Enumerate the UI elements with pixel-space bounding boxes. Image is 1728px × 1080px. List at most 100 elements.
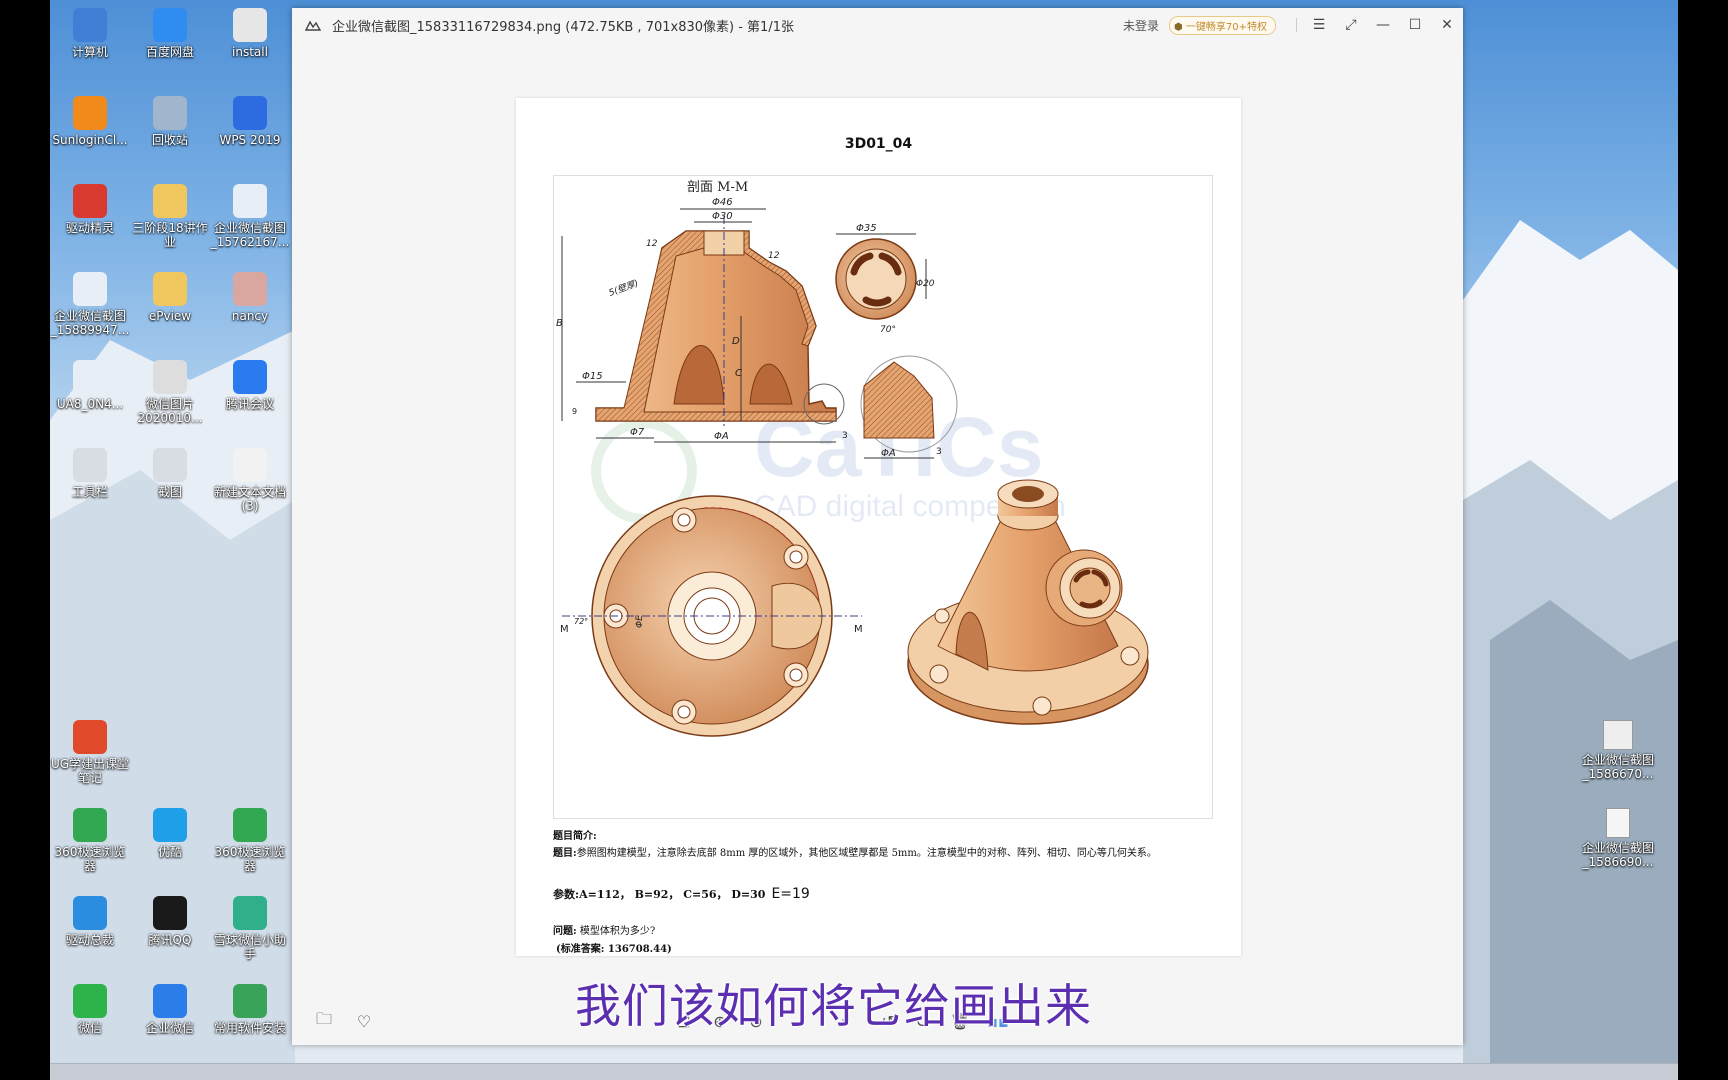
params-label: 参数: — [553, 888, 580, 901]
desktop-icon-label: 优酷 — [157, 845, 182, 859]
folder-icon: 🗀 — [315, 1008, 332, 1028]
right-letterbox — [1678, 0, 1728, 1080]
desktop-icon[interactable]: 企业微信截图_1586670... — [1578, 720, 1658, 781]
desktop-icon[interactable]: 腾讯会议 — [210, 360, 290, 411]
desktop-icon[interactable]: ePview — [130, 272, 210, 323]
desktop-icon-label: UA8_0N4... — [56, 397, 124, 411]
desktop-icon-label: 腾讯会议 — [225, 397, 274, 411]
svg-text:Φ7: Φ7 — [630, 427, 645, 438]
favorite-button[interactable]: ♡ — [352, 1009, 376, 1033]
svg-text:ΦA: ΦA — [881, 448, 896, 459]
fullscreen-button[interactable]: ⤢ — [1335, 8, 1367, 42]
drawing-frame: CaTICs CAD digital competition Φ46 Φ30 B… — [553, 175, 1213, 819]
desktop-icon[interactable]: 企业微信 — [130, 984, 210, 1035]
desktop-icon[interactable]: UG学建出课堂笔记 — [50, 720, 130, 785]
toolbar-icon — [73, 448, 107, 482]
screenshot-icon — [153, 448, 187, 482]
open-folder-button[interactable]: 🗀 — [312, 1009, 336, 1033]
desktop-icon[interactable]: 常用软件安装 — [210, 984, 290, 1035]
desktop-icon[interactable]: 驱动总裁 — [50, 896, 130, 947]
wechat-icon — [73, 984, 107, 1018]
desktop-icon[interactable]: 雪球微信小助手 — [210, 896, 290, 961]
svg-text:Φ35: Φ35 — [856, 223, 877, 234]
minimize-button[interactable]: — — [1367, 8, 1399, 42]
desktop-icon[interactable]: nancy — [210, 272, 290, 323]
desktop-icon-label: install — [232, 45, 268, 59]
close-button[interactable]: ✕ — [1431, 8, 1463, 42]
desktop-icon-label: 企业微信 — [145, 1021, 194, 1035]
svg-text:3: 3 — [842, 431, 848, 441]
software-install-icon — [233, 984, 267, 1018]
parameters: 参数:A=112， B=92， C=56， D=30 E=19 — [553, 886, 810, 902]
desktop-icon-label: 回收站 — [151, 133, 188, 147]
desktop-icon[interactable]: 三阶段18讲作业 — [130, 184, 210, 249]
image-file-icon — [1606, 808, 1630, 838]
maximize-icon: ☐ — [1408, 17, 1422, 33]
desktop-icon[interactable]: 企业微信截图_15762167... — [210, 184, 290, 249]
svg-text:5(壁厚): 5(壁厚) — [607, 278, 640, 299]
problem-description: 题目简介: 题目:参照图构建模型，注意除去底部 8mm 厚的区域外，其他区域壁厚… — [553, 828, 1213, 862]
desktop-icons: 计算机 百度网盘 install SunloginCl... 回收站 WPS 2019 驱动… — [50, 0, 295, 1080]
svg-text:72°: 72° — [574, 617, 588, 626]
section-view: Φ46 Φ30 B C D 5(壁厚) 12 12 Φ15 Φ7 ΦA 9 3 — [556, 197, 848, 443]
image-file-icon — [73, 360, 107, 394]
desktop-icon[interactable]: UA8_0N4... — [50, 360, 130, 411]
menu-button[interactable]: ☰ — [1303, 8, 1335, 42]
qr-image-icon — [153, 360, 187, 394]
desktop-icon[interactable]: 企业微信截图_15889947... — [50, 272, 130, 337]
computer-icon — [73, 8, 107, 42]
qq-icon — [153, 896, 187, 930]
desktop-icon-label: 新建文本文档 (3) — [213, 485, 286, 513]
svg-text:M: M — [560, 624, 569, 635]
desktop-icon[interactable]: 计算机 — [50, 8, 130, 59]
qr-image-icon — [1603, 720, 1633, 750]
maximize-button[interactable]: ☐ — [1399, 8, 1431, 42]
taskbar — [50, 1063, 1678, 1080]
desktop-icon[interactable]: 新建文本文档 (3) — [210, 448, 290, 513]
desktop-icon-label: UG学建出课堂笔记 — [50, 757, 130, 785]
svg-text:Φ15: Φ15 — [582, 371, 603, 382]
desktop-icon-label: ePview — [148, 309, 192, 323]
desktop-icon[interactable]: install — [210, 8, 290, 59]
desktop-icon[interactable]: 企业微信截图_1586690... — [1578, 808, 1658, 869]
desktop-icon[interactable]: 截图 — [130, 448, 210, 499]
desktop-icon[interactable]: 回收站 — [130, 96, 210, 147]
desktop-icon[interactable]: WPS 2019 — [210, 96, 290, 147]
driver-genius-icon — [73, 184, 107, 218]
desktop-icon-label: 截图 — [157, 485, 182, 499]
youku-icon — [153, 808, 187, 842]
desktop-icon[interactable]: 微信 — [50, 984, 130, 1035]
sunlogin-icon — [73, 96, 107, 130]
vip-hex-icon: ⬢ — [1173, 21, 1183, 33]
desktop-icon-label: 驱动总裁 — [65, 933, 114, 947]
login-link[interactable]: 未登录 — [1123, 17, 1159, 34]
viewer-titlebar: 企业微信截图_15833116729834.png (472.75KB , 70… — [292, 8, 1463, 42]
question: 问题: 模型体积为多少? — [553, 922, 655, 937]
desktop-icon-label: 常用软件安装 — [213, 1021, 286, 1035]
desktop-icon-label: 企业微信截图_1586670... — [1581, 753, 1654, 781]
expand-icon: ⤢ — [1345, 17, 1357, 33]
image-canvas[interactable]: 3D01_04 CaTICs CAD digital competition Φ… — [292, 42, 1463, 1045]
photo-icon — [233, 272, 267, 306]
desktop-icon[interactable]: 360极速浏览器 — [50, 808, 130, 873]
question-text: 模型体积为多少? — [579, 926, 656, 937]
desktop-icon[interactable]: 360极速浏览器 — [210, 808, 290, 873]
boss-detail-view: Φ35 Φ20 70° — [835, 223, 935, 335]
desktop-icon[interactable]: 微信图片 2020010... — [130, 360, 210, 425]
desktop-icon-label: 雪球微信小助手 — [213, 933, 286, 961]
desktop-icon[interactable]: SunloginCl... — [50, 96, 130, 147]
wecom-icon — [153, 984, 187, 1018]
tencent-meeting-icon — [233, 360, 267, 394]
vip-button[interactable]: ⬢ 一键畅享70+特权 — [1168, 15, 1276, 35]
image-file-icon — [73, 272, 107, 306]
desktop-icon-label: 驱动精灵 — [65, 221, 114, 235]
browser-360-icon — [73, 808, 107, 842]
close-icon: ✕ — [1441, 17, 1453, 33]
recycle-bin-icon — [153, 96, 187, 130]
desktop-icon[interactable]: 腾讯QQ — [130, 896, 210, 947]
desktop-icon[interactable]: 百度网盘 — [130, 8, 210, 59]
folder-icon — [153, 272, 187, 306]
desktop-icon[interactable]: 优酷 — [130, 808, 210, 859]
desktop-icon[interactable]: 工具栏 — [50, 448, 130, 499]
desktop-icon[interactable]: 驱动精灵 — [50, 184, 130, 235]
